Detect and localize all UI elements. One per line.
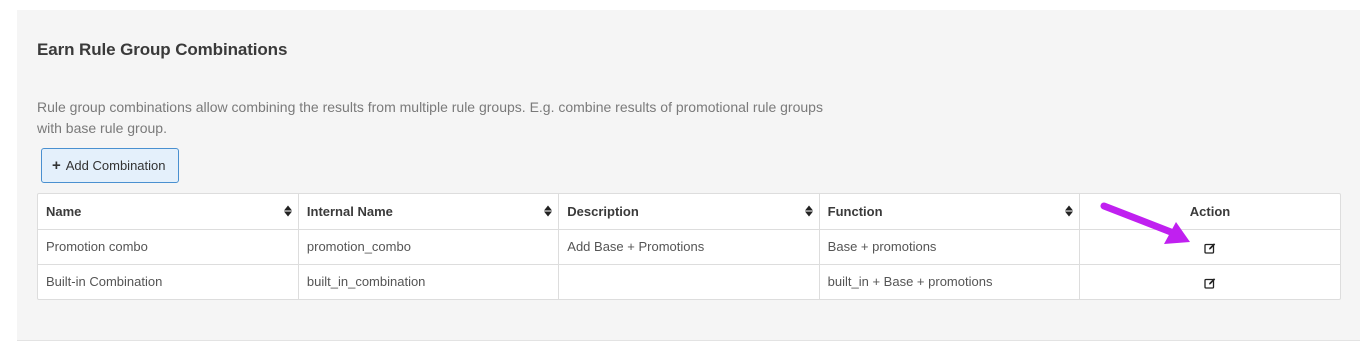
sort-icon[interactable]: [1065, 205, 1074, 217]
cell-function: built_in + Base + promotions: [819, 263, 1081, 299]
cell-action: [1080, 229, 1340, 264]
column-header-label: Function: [827, 203, 883, 219]
column-header-internal-name[interactable]: Internal Name: [298, 194, 560, 230]
cell-action: [1079, 263, 1340, 299]
column-header-label: Name: [46, 203, 82, 219]
sort-icon[interactable]: [804, 205, 813, 217]
table-row: Promotion combo promotion_combo Add Base…: [38, 229, 1340, 264]
cell-name: Built-in Combination: [38, 263, 299, 299]
column-header-action: Action: [1079, 194, 1340, 230]
cell-description: Add Base + Promotions: [558, 229, 820, 264]
plus-icon: +: [52, 157, 61, 174]
cell-name: Promotion combo: [38, 229, 299, 264]
column-header-name[interactable]: Name: [38, 194, 299, 230]
add-combination-button[interactable]: + Add Combination: [41, 148, 179, 183]
cell-function: Base + promotions: [819, 229, 1081, 264]
column-header-description[interactable]: Description: [558, 194, 820, 230]
edit-icon[interactable]: [1204, 242, 1216, 254]
cell-internal-name: promotion_combo: [298, 229, 560, 264]
section-description: Rule group combinations allow combining …: [37, 99, 823, 136]
table-header-row: Name Internal Name Description Function: [38, 194, 1340, 230]
cell-internal-name: built_in_combination: [298, 263, 560, 299]
add-combination-label: Add Combination: [65, 158, 166, 173]
column-header-function[interactable]: Function: [819, 194, 1081, 230]
column-header-label: Description: [567, 203, 639, 219]
column-header-label: Internal Name: [306, 203, 393, 219]
combinations-panel: Earn Rule Group Combinations Rule group …: [17, 10, 1360, 341]
table-row: Built-in Combination built_in_combinatio…: [38, 263, 1340, 299]
sort-icon[interactable]: [544, 205, 553, 217]
combinations-table: Name Internal Name Description Function: [37, 193, 1341, 300]
sort-icon[interactable]: [283, 205, 292, 217]
cell-description: [558, 263, 820, 299]
edit-icon[interactable]: [1204, 277, 1216, 289]
section-title: Earn Rule Group Combinations: [37, 40, 288, 59]
column-header-label: Action: [1189, 203, 1231, 219]
